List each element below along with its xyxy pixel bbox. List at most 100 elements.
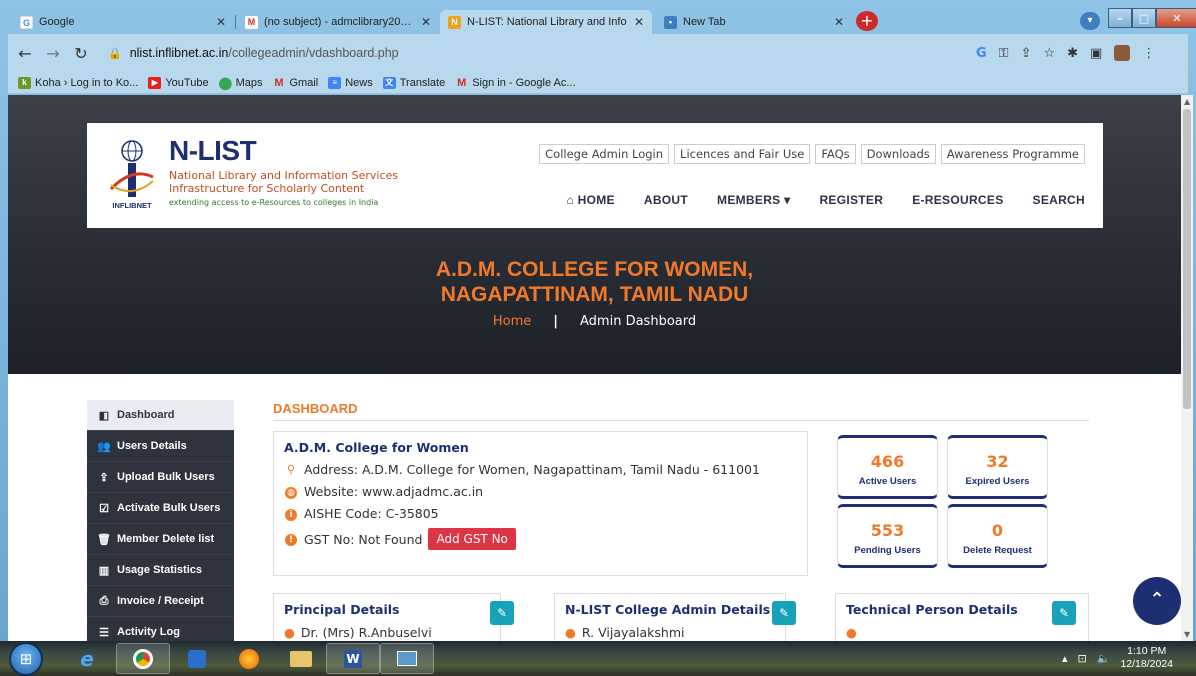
- technical-person-card: Technical Person Details ● ✎: [835, 593, 1089, 641]
- sidebar-item-dashboard[interactable]: ◧ Dashboard: [87, 400, 234, 431]
- sidebar-item-activate-bulk-users[interactable]: ☑ Activate Bulk Users: [87, 493, 234, 524]
- reload-icon[interactable]: ↻: [70, 42, 92, 64]
- link-licences[interactable]: Licences and Fair Use: [674, 144, 811, 164]
- site-header: INFLIBNET N-LIST National Library and In…: [87, 123, 1103, 228]
- nav-register[interactable]: REGISTER: [819, 193, 883, 207]
- tab-title: (no subject) - admclibrary2019@: [264, 16, 415, 28]
- share-icon[interactable]: ⇪: [1021, 46, 1032, 61]
- page-scrollbar[interactable]: ▲ ▼: [1181, 95, 1193, 641]
- tab-google[interactable]: G Google ✕: [12, 10, 234, 34]
- network-icon[interactable]: ⊡: [1078, 652, 1087, 665]
- website-text[interactable]: Website: www.adjadmc.ac.in: [304, 484, 483, 499]
- link-faqs[interactable]: FAQs: [815, 144, 856, 164]
- print-icon: ⎙: [99, 594, 109, 607]
- nav-home[interactable]: ⌂ HOME: [566, 193, 614, 207]
- tab-title: Google: [39, 16, 75, 28]
- bookmark-news[interactable]: ≡ News: [328, 76, 373, 89]
- sidebar-item-label: Users Details: [117, 440, 187, 452]
- link-awareness[interactable]: Awareness Programme: [940, 144, 1085, 164]
- bookmark-gmail[interactable]: M Gmail: [273, 77, 318, 89]
- nav-members[interactable]: MEMBERS ▾: [717, 193, 790, 207]
- gmail-icon: M: [245, 15, 258, 29]
- sidebar-item-users-details[interactable]: 👥 Users Details: [87, 431, 234, 462]
- bookmark-google-signin[interactable]: M Sign in - Google Ac...: [455, 77, 575, 89]
- screenshot-app-icon[interactable]: [380, 643, 434, 674]
- maximize-button[interactable]: □: [1132, 8, 1156, 28]
- chrome-icon[interactable]: [116, 643, 170, 674]
- bookmark-translate[interactable]: 文 Translate: [382, 76, 446, 89]
- key-icon[interactable]: ⚿: [999, 46, 1009, 61]
- bookmark-youtube[interactable]: ▶ YouTube: [148, 76, 209, 89]
- link-downloads[interactable]: Downloads: [860, 144, 936, 164]
- sidebar-item-invoice-receipt[interactable]: ⎙ Invoice / Receipt: [87, 586, 234, 617]
- side-panel-icon[interactable]: ▣: [1090, 46, 1102, 61]
- tab-newtab[interactable]: ▪ New Tab ✕: [656, 10, 852, 34]
- stat-pending-users[interactable]: 553 Pending Users: [837, 504, 938, 568]
- scroll-up-icon[interactable]: ▲: [1184, 97, 1190, 106]
- link-college-admin-login[interactable]: College Admin Login: [539, 144, 670, 164]
- sidebar-item-member-delete-list[interactable]: 🗑 Member Delete list: [87, 524, 234, 555]
- admin-details-card: N-LIST College Admin Details ● R. Vijayal…: [554, 593, 796, 641]
- extensions-icon[interactable]: ✱: [1067, 46, 1078, 61]
- check-square-icon: ☑: [99, 502, 109, 515]
- breadcrumb-home[interactable]: Home: [493, 314, 531, 329]
- start-button[interactable]: ⊞: [9, 642, 43, 676]
- close-window-button[interactable]: ✕: [1156, 8, 1196, 28]
- word-icon[interactable]: W: [326, 643, 380, 674]
- tray-expand-icon[interactable]: ▴: [1062, 652, 1068, 665]
- inflibnet-logo[interactable]: INFLIBNET: [107, 137, 157, 213]
- nav-about[interactable]: ABOUT: [644, 193, 688, 207]
- caret-down-icon: ▾: [780, 193, 791, 207]
- gmail-icon: M: [457, 76, 467, 89]
- new-tab-button[interactable]: +: [856, 11, 878, 31]
- sidebar-item-activity-log[interactable]: ☰ Activity Log: [87, 617, 234, 641]
- clock-date: 12/18/2024: [1120, 658, 1174, 670]
- bookmark-label: Sign in - Google Ac...: [472, 76, 576, 89]
- stat-active-users[interactable]: 466 Active Users: [837, 435, 938, 499]
- stat-delete-request[interactable]: 0 Delete Request: [947, 504, 1048, 568]
- close-icon[interactable]: ✕: [834, 15, 844, 29]
- firefox-icon[interactable]: [222, 643, 276, 674]
- sidebar-item-upload-bulk-users[interactable]: ⇪ Upload Bulk Users: [87, 462, 234, 493]
- bar-chart-icon: ▥: [98, 564, 110, 577]
- star-icon[interactable]: ☆: [1043, 46, 1055, 61]
- bookmark-maps[interactable]: ⬤ Maps: [219, 77, 263, 89]
- users-icon: 👥: [97, 440, 111, 453]
- toolbar-icons: G ⚿ ⇪ ☆ ✱ ▣ ⋮: [976, 34, 1155, 72]
- edit-admin-button[interactable]: ✎: [772, 601, 796, 625]
- close-icon[interactable]: ✕: [634, 15, 644, 29]
- stat-expired-users[interactable]: 32 Expired Users: [947, 435, 1048, 499]
- media-player-icon[interactable]: [170, 643, 224, 674]
- admin-name: R. Vijayalakshmi: [581, 625, 685, 640]
- tab-search-icon[interactable]: ▾: [1080, 12, 1100, 30]
- minimize-button[interactable]: –: [1108, 8, 1132, 28]
- file-explorer-icon[interactable]: [274, 643, 328, 674]
- nav-search[interactable]: SEARCH: [1033, 193, 1085, 207]
- close-icon[interactable]: ✕: [216, 15, 226, 29]
- scroll-down-icon[interactable]: ▼: [1184, 630, 1190, 639]
- aishe-row: i AISHE Code: C-35805: [284, 506, 797, 521]
- bookmark-koha[interactable]: k Koha › Log in to Ko...: [18, 76, 138, 89]
- forward-icon[interactable]: →: [42, 42, 64, 64]
- menu-icon[interactable]: ⋮: [1142, 46, 1155, 61]
- sidebar-item-usage-statistics[interactable]: ▥ Usage Statistics: [87, 555, 234, 586]
- volume-icon[interactable]: 🔈: [1097, 652, 1111, 665]
- close-icon[interactable]: ✕: [421, 15, 431, 29]
- tab-nlist[interactable]: N N-LIST: National Library and Info ✕: [440, 10, 652, 34]
- scroll-to-top-button[interactable]: ⌃: [1133, 577, 1181, 625]
- nav-e-resources[interactable]: E-RESOURCES: [912, 193, 1003, 207]
- edit-technical-button[interactable]: ✎: [1052, 601, 1076, 625]
- tab-gmail[interactable]: M (no subject) - admclibrary2019@ ✕: [237, 10, 439, 34]
- brand-name: N-LIST: [169, 135, 257, 166]
- google-lens-icon[interactable]: G: [976, 46, 987, 61]
- bookmark-label: Translate: [399, 76, 446, 89]
- address-bar[interactable]: 🔒 nlist.inflibnet.ac.in/collegeadmin/vda…: [108, 40, 1088, 66]
- youtube-icon: ▶: [148, 76, 162, 89]
- profile-avatar[interactable]: [1114, 45, 1131, 61]
- scrollbar-thumb[interactable]: [1183, 109, 1191, 409]
- back-icon[interactable]: ←: [14, 42, 36, 64]
- edit-principal-button[interactable]: ✎: [490, 601, 514, 625]
- clock[interactable]: 1:10 PM 12/18/2024: [1120, 645, 1173, 671]
- internet-explorer-icon[interactable]: e: [60, 643, 114, 674]
- add-gst-button[interactable]: Add GST No: [428, 528, 516, 550]
